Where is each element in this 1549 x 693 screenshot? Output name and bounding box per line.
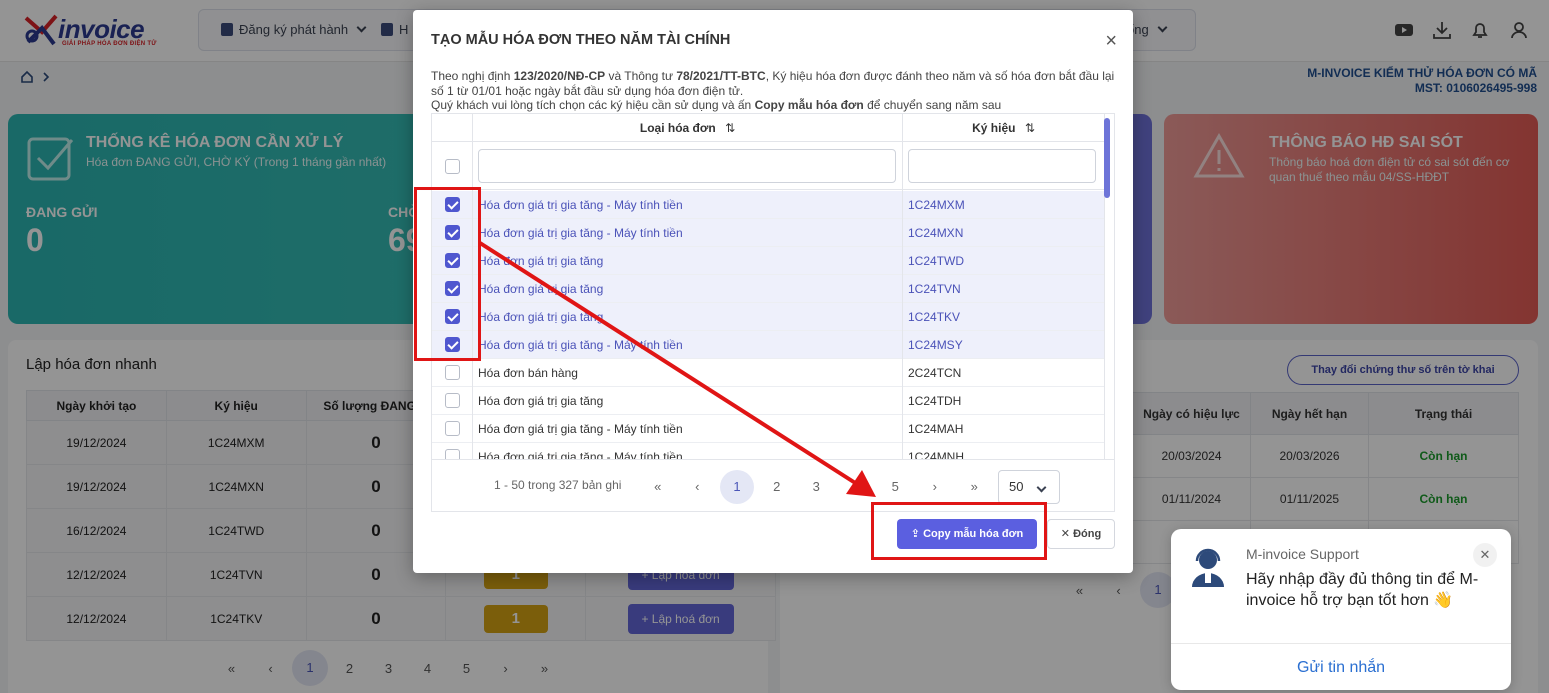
support-agent-icon: [1192, 548, 1224, 587]
close-icon[interactable]: ✕: [1473, 543, 1497, 567]
support-name: M-invoice Support: [1246, 546, 1359, 562]
support-chat-widget: M-invoice Support Hãy nhập đầy đủ thông …: [1171, 529, 1511, 690]
send-message-button[interactable]: Gửi tin nhắn: [1171, 643, 1511, 690]
support-message: Hãy nhập đầy đủ thông tin để M-invoice h…: [1246, 571, 1479, 609]
